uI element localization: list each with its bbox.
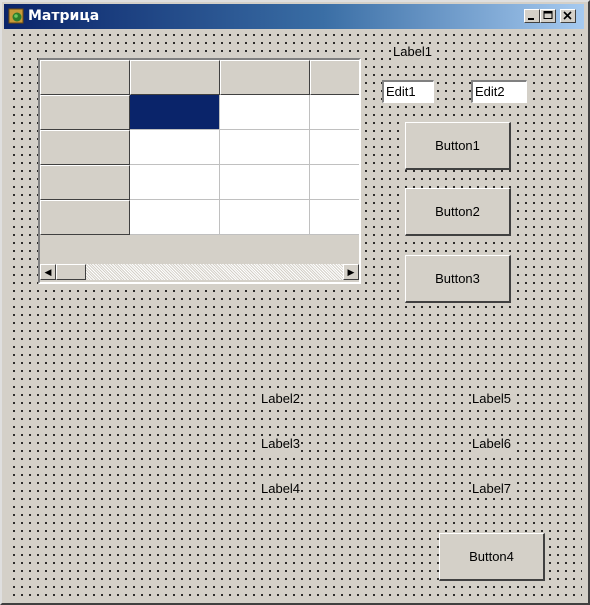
button4[interactable]: Button4 [439,533,545,581]
grid-cell[interactable] [310,130,359,165]
label4: Label4 [260,481,302,497]
string-grid[interactable]: ◀ ▶ [38,58,361,284]
button1[interactable]: Button1 [405,122,511,170]
close-button[interactable] [560,9,576,23]
grid-fixed-cell[interactable] [40,130,130,165]
label7: Label7 [471,481,513,497]
horizontal-scrollbar[interactable]: ◀ ▶ [40,264,359,280]
label3: Label3 [260,436,302,452]
label5: Label5 [471,391,513,407]
label2: Label2 [260,391,302,407]
scroll-right-arrow-icon: ▶ [347,266,355,277]
grid-fixed-cell[interactable] [130,60,220,95]
form-client-area: ◀ ▶ Label1 Edit1 Edit2 Button1 Button2 B… [10,31,582,601]
form-window: Матрица ◀ ▶ Label1 Edit1 Edit2 Button1 B… [0,0,590,605]
button3[interactable]: Button3 [405,255,511,303]
grid-fixed-cell[interactable] [220,60,310,95]
minimize-icon [525,10,539,25]
app-icon [8,8,24,27]
grid-cell[interactable] [130,130,220,165]
button2[interactable]: Button2 [405,188,511,236]
grid-fixed-cell[interactable] [310,60,359,95]
grid-fixed-cell[interactable] [40,95,130,130]
grid-cell[interactable] [310,165,359,200]
window-title: Матрица [28,8,100,24]
maximize-icon [541,10,555,25]
label6: Label6 [471,436,513,452]
scroll-left-arrow-icon: ◀ [44,266,52,277]
scroll-left-button[interactable]: ◀ [40,264,56,280]
grid-cell[interactable] [220,130,310,165]
grid-cell[interactable] [220,95,310,130]
grid-cell[interactable] [310,95,359,130]
grid-cell[interactable] [220,200,310,235]
edit1-field[interactable]: Edit1 [382,80,434,103]
grid-cell[interactable] [130,165,220,200]
edit2-field[interactable]: Edit2 [471,80,527,103]
grid-cell[interactable] [220,165,310,200]
minimize-button[interactable] [524,9,540,23]
grid-cell[interactable] [130,200,220,235]
grid-cell[interactable] [130,95,220,130]
label1: Label1 [392,44,434,60]
maximize-button[interactable] [540,9,556,23]
scroll-thumb[interactable] [56,264,86,280]
grid-fixed-cell[interactable] [40,200,130,235]
grid-fixed-cell[interactable] [40,60,130,95]
close-icon [561,10,575,25]
scroll-right-button[interactable]: ▶ [343,264,359,280]
grid-cell[interactable] [310,200,359,235]
grid-fixed-cell[interactable] [40,165,130,200]
title-bar[interactable]: Матрица [4,4,584,29]
